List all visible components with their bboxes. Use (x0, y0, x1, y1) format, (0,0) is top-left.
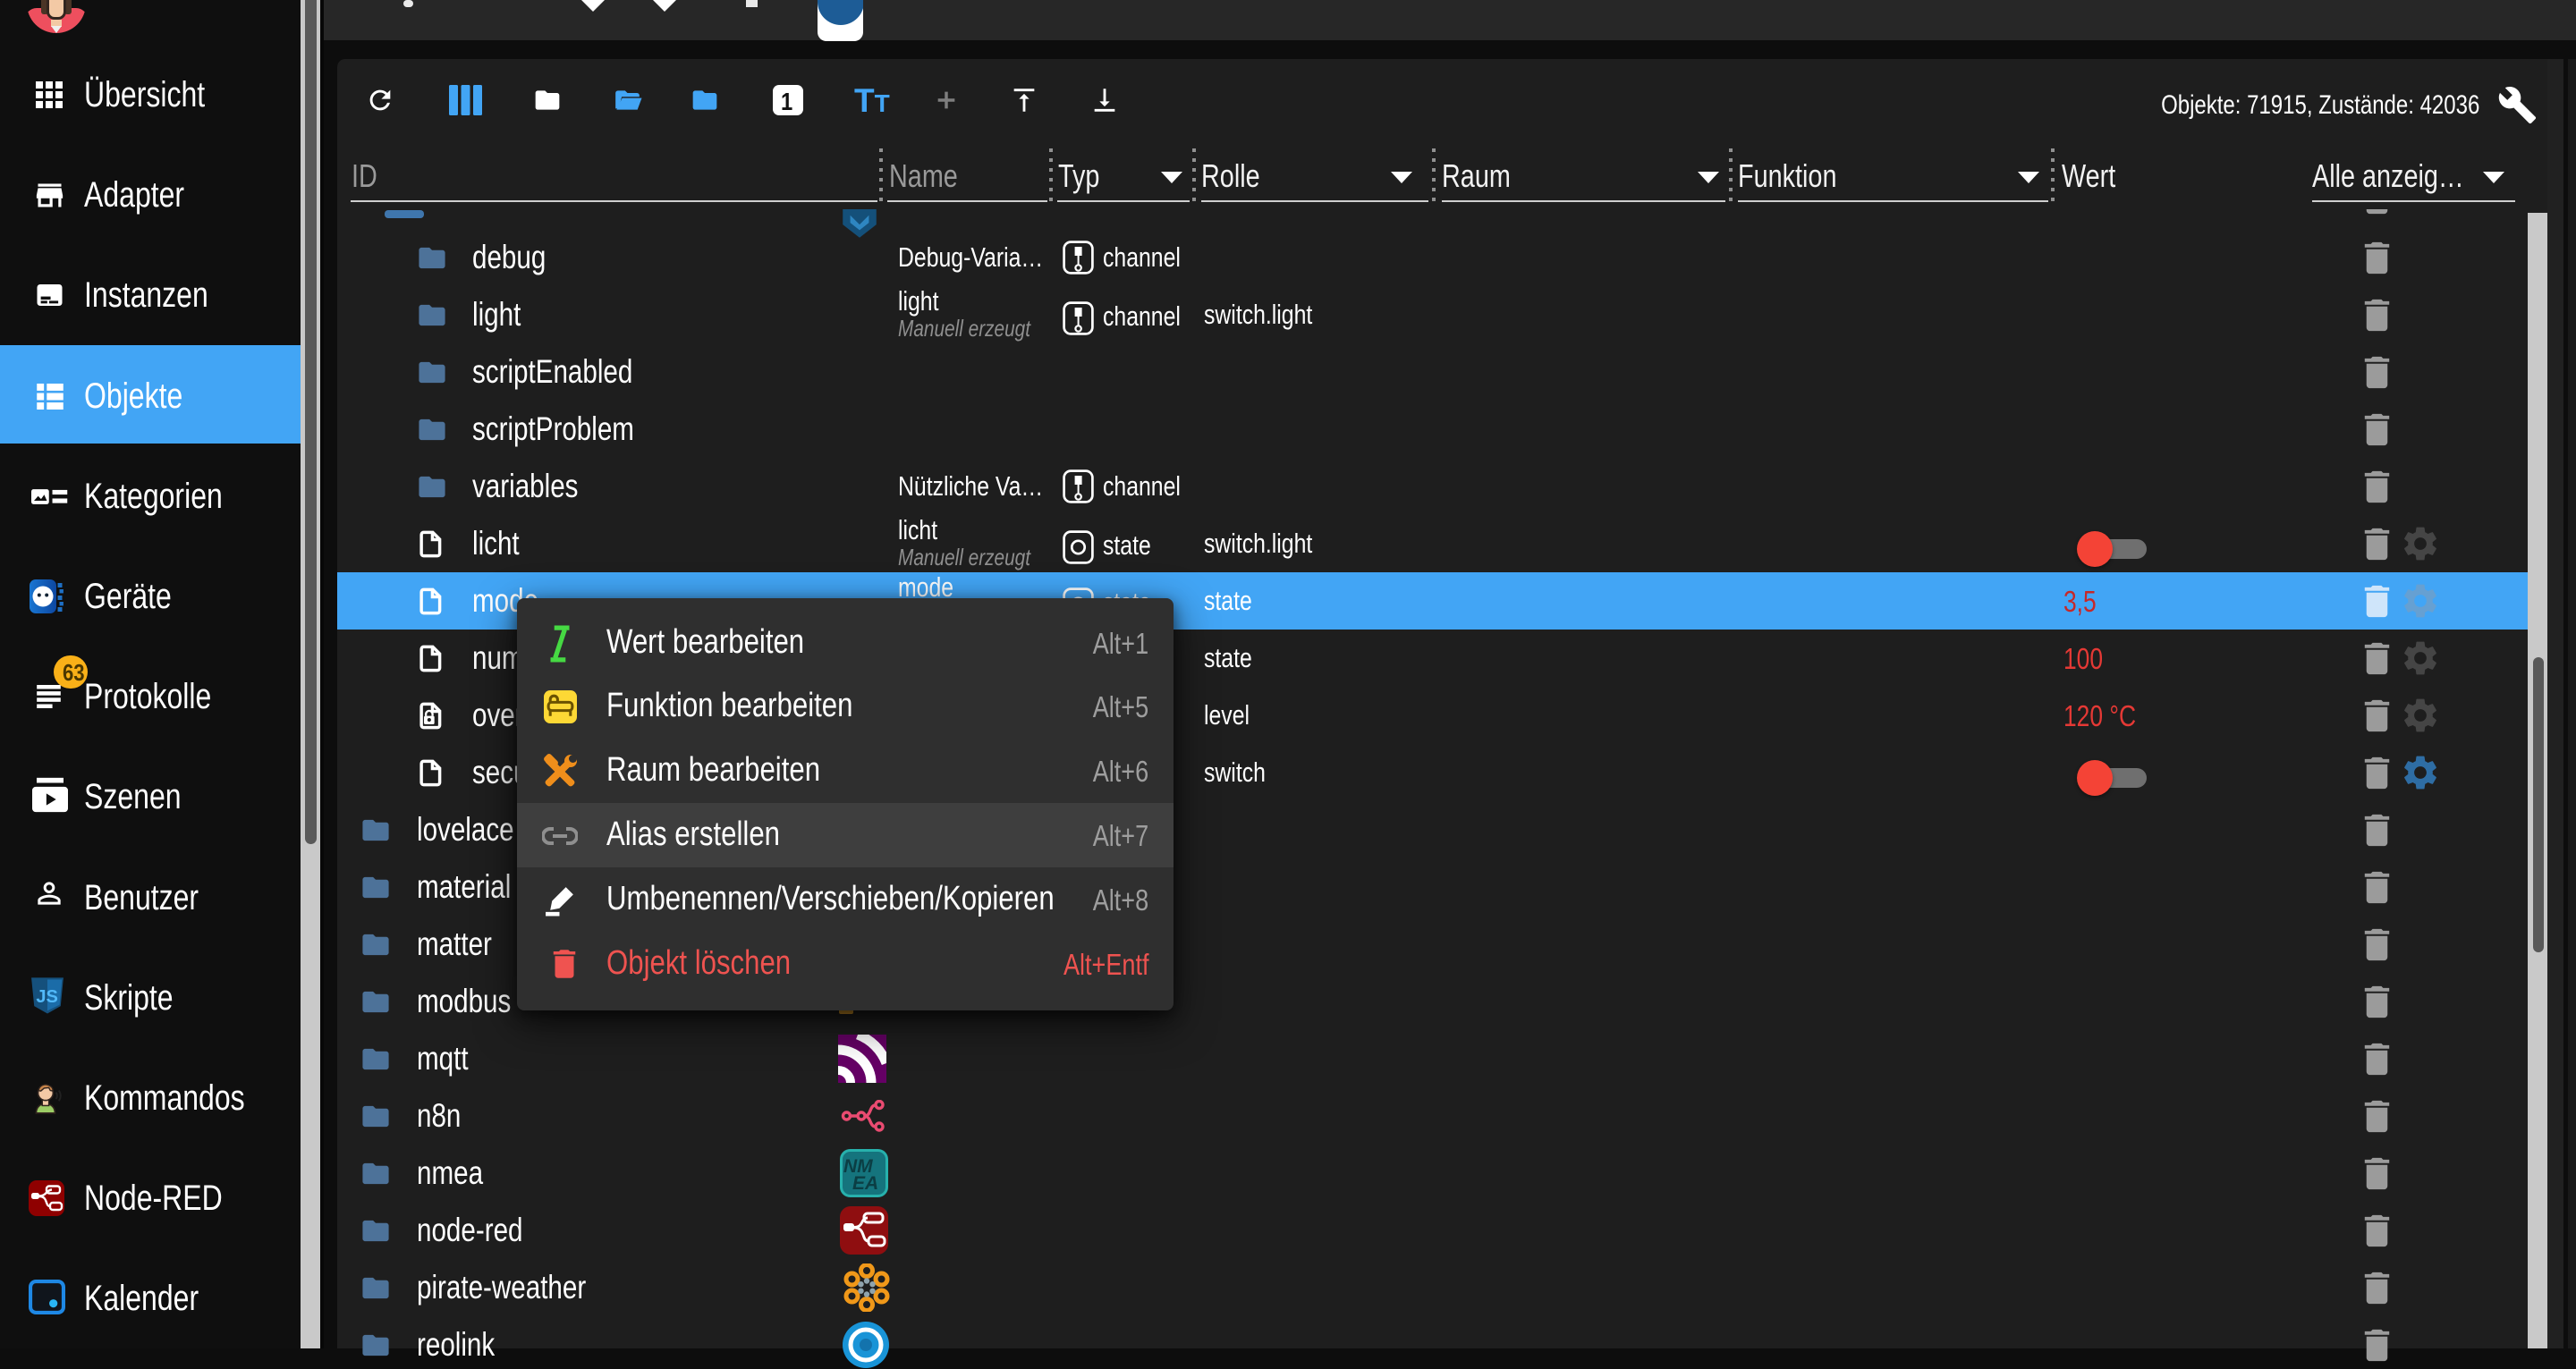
svg-text:EA: EA (852, 1173, 878, 1194)
svg-text:JS: JS (36, 987, 58, 1007)
